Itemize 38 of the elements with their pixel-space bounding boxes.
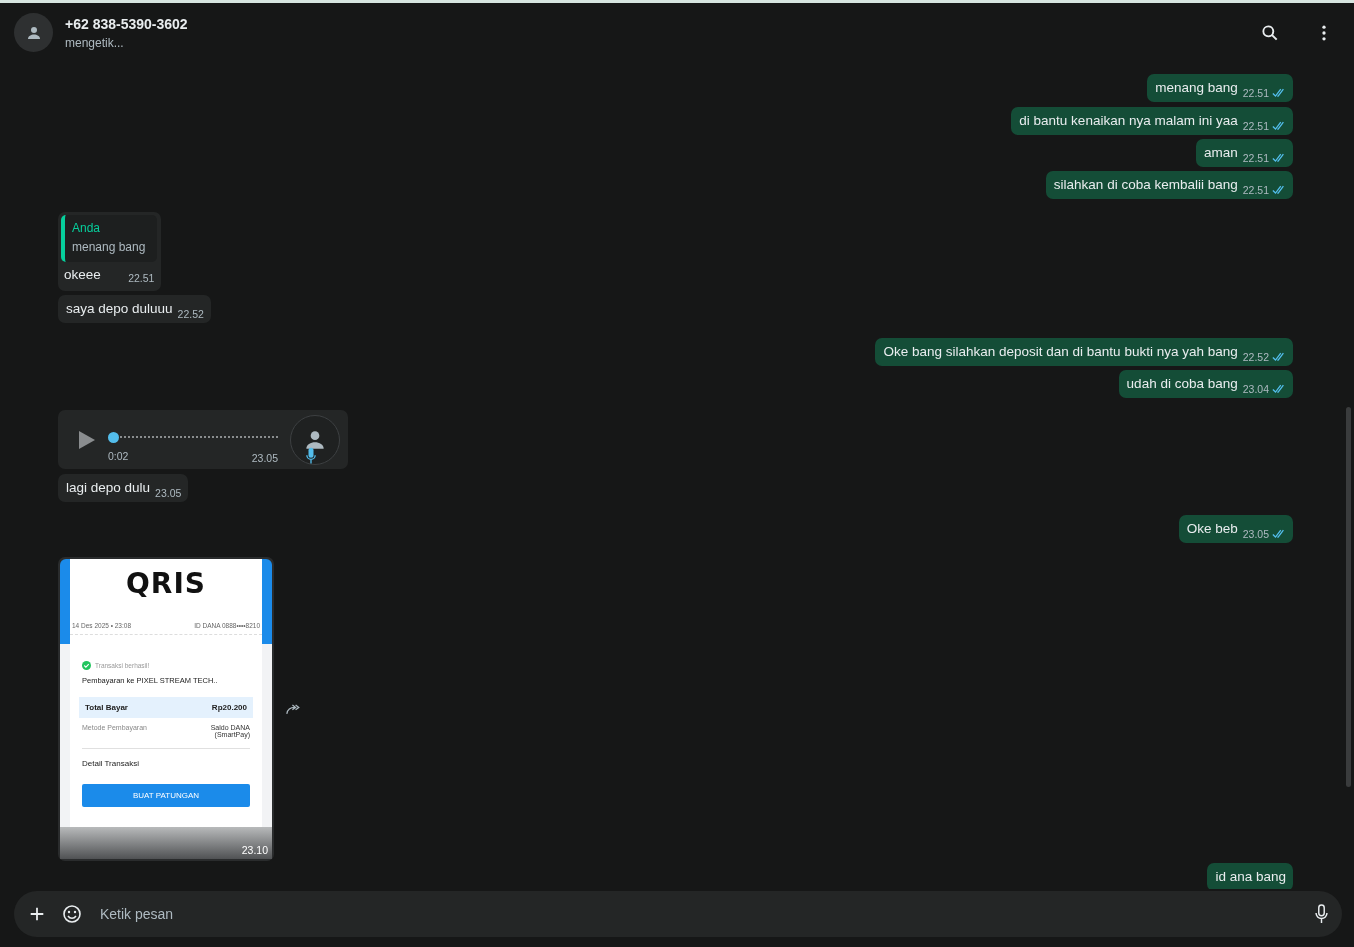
play-icon[interactable] [76, 429, 96, 450]
details-label: Detail Transaksi [82, 759, 140, 768]
success-icon [82, 661, 91, 670]
total-label: Total Bayar [85, 703, 128, 712]
microphone-icon [306, 447, 316, 465]
qris-logo: QRIS [126, 567, 206, 600]
message-bubble[interactable]: silahkan di coba kembalii bang 22.51 [1045, 171, 1293, 199]
message-bubble[interactable]: Oke bang silahkan deposit dan di bantu bukti nya yah bang 22.52 [875, 338, 1293, 366]
contact-avatar[interactable] [14, 13, 53, 52]
message-time: 23.05 [251, 451, 278, 464]
contact-name[interactable]: +62 838-5390-3602 [65, 15, 188, 32]
reply-bubble[interactable]: Anda menang bang okeee 22.51 [58, 212, 162, 291]
message-bubble[interactable]: menang bang 22.51 [1147, 74, 1293, 102]
sender-avatar [290, 414, 340, 465]
seek-handle[interactable] [108, 431, 119, 443]
search-icon[interactable] [1260, 22, 1280, 43]
voice-message[interactable]: 0:02 23.05 [58, 410, 348, 469]
message-bubble[interactable]: aman 22.51 [1195, 139, 1293, 167]
message-bubble[interactable]: lagi depo dulu 23.05 [58, 474, 189, 502]
message-bubble[interactable]: udah di coba bang 23.04 [1118, 370, 1293, 398]
typing-status: mengetik... [65, 35, 125, 50]
message-bubble[interactable]: saya depo duluuu 22.52 [58, 295, 211, 323]
duration: 0:02 [108, 449, 129, 462]
forward-icon[interactable] [286, 703, 302, 715]
message-bubble[interactable]: di bantu kenaikan nya malam ini yaa 22.51 [1011, 107, 1293, 135]
audio-track[interactable] [108, 431, 278, 442]
message-bubble[interactable]: Oke beb 23.05 [1178, 515, 1293, 543]
scrollbar-thumb[interactable] [1346, 407, 1351, 787]
total-amount: Rp20.200 [211, 703, 247, 712]
message-time: 23.10 [241, 844, 268, 856]
smiley-icon[interactable] [62, 904, 82, 924]
plus-icon[interactable] [28, 905, 46, 923]
message-composer[interactable]: Ketik pesan [14, 891, 1342, 937]
microphone-icon[interactable] [1315, 904, 1328, 924]
message-bubble[interactable]: id ana bang [1207, 863, 1293, 889]
message-input[interactable]: Ketik pesan [98, 905, 1299, 923]
quoted-message[interactable]: Anda menang bang [61, 215, 158, 262]
receipt-button: BUAT PATUNGAN [82, 784, 250, 807]
